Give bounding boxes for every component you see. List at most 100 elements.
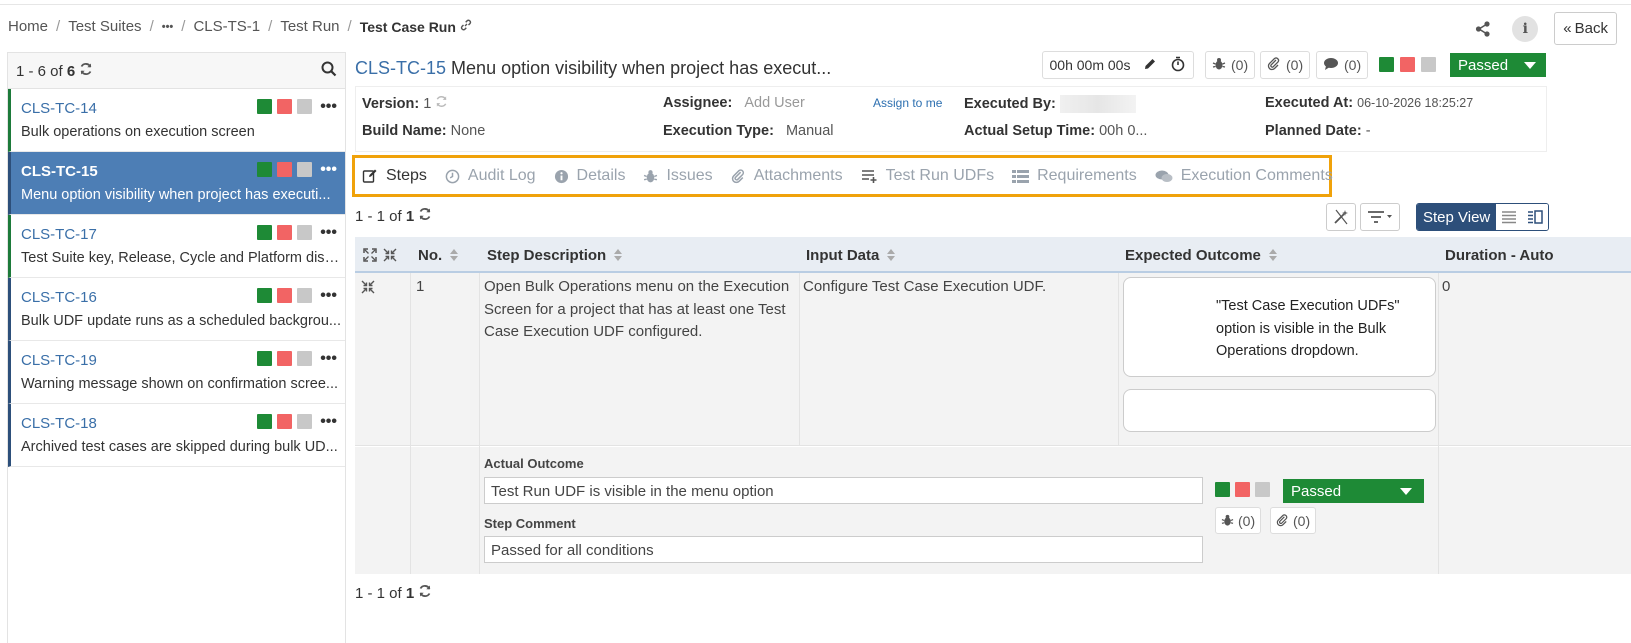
test-case-item[interactable]: CLS-TC-18 Archived test cases are skippe…: [8, 404, 345, 467]
pencil-icon[interactable]: [1143, 57, 1157, 74]
actual-outcome-input[interactable]: Test Run UDF is visible in the menu opti…: [484, 477, 1203, 504]
step-comment-input[interactable]: Passed for all conditions: [484, 536, 1203, 563]
info-icon[interactable]: i: [1512, 15, 1539, 42]
collapse-icon[interactable]: [383, 248, 397, 262]
fail-button[interactable]: [277, 162, 293, 177]
step-input-data: Configure Test Case Execution UDF.: [803, 278, 1047, 295]
magic-wand-icon[interactable]: [1326, 203, 1356, 231]
list-view-icon[interactable]: [1496, 204, 1523, 230]
more-icon[interactable]: •••: [320, 98, 337, 114]
tab-steps[interactable]: Steps: [362, 167, 427, 185]
not-run-button[interactable]: [297, 288, 313, 303]
pass-button[interactable]: [257, 99, 273, 114]
sort-icon: [1268, 249, 1277, 261]
step-view-button[interactable]: Step View: [1417, 204, 1497, 230]
tab-issues[interactable]: Issues: [643, 167, 713, 185]
add-user-link[interactable]: Add User: [744, 95, 804, 111]
more-icon[interactable]: •••: [320, 224, 337, 240]
refresh-icon[interactable]: [435, 96, 448, 112]
execution-status-dropdown[interactable]: Passed: [1450, 53, 1546, 77]
fail-button[interactable]: [1400, 57, 1415, 72]
not-run-button[interactable]: [297, 414, 313, 429]
test-case-item[interactable]: CLS-TC-14 Bulk operations on execution s…: [8, 89, 345, 152]
attachments-button[interactable]: (0): [1260, 51, 1311, 79]
pass-button[interactable]: [257, 225, 273, 240]
expand-icon[interactable]: [363, 248, 377, 262]
column-header-duration[interactable]: Duration - Auto: [1445, 237, 1631, 273]
assign-to-me-link[interactable]: Assign to me: [873, 96, 942, 110]
sync-icon[interactable]: [418, 208, 432, 225]
pass-button[interactable]: [257, 414, 273, 429]
tab-audit-log[interactable]: Audit Log: [445, 167, 536, 185]
fail-button[interactable]: [277, 351, 293, 366]
assignee-field: Assignee: Add User: [663, 95, 805, 111]
test-case-item[interactable]: CLS-TC-17 Test Suite key, Release, Cycle…: [8, 215, 346, 278]
not-run-button[interactable]: [1421, 57, 1436, 72]
not-run-button[interactable]: [297, 162, 313, 177]
comments-icon: [1155, 170, 1173, 182]
breadcrumb-test-run[interactable]: Test Run: [280, 18, 339, 35]
refresh-icon[interactable]: [79, 62, 93, 80]
planned-date-field: Planned Date: -: [1265, 123, 1371, 139]
step-issues-button[interactable]: (0): [1215, 507, 1262, 534]
tab-execution-comments[interactable]: Execution Comments: [1155, 167, 1333, 185]
not-run-button[interactable]: [297, 225, 313, 240]
breadcrumb-test-suites[interactable]: Test Suites: [68, 18, 141, 35]
filter-dropdown-button[interactable]: [1360, 203, 1400, 231]
more-icon[interactable]: •••: [320, 161, 337, 177]
column-divider: [410, 273, 411, 574]
column-header-step-description[interactable]: Step Description: [487, 237, 623, 273]
comments-button[interactable]: (0): [1316, 51, 1369, 79]
tab-requirements[interactable]: Requirements: [1012, 167, 1137, 185]
not-run-button[interactable]: [297, 99, 313, 114]
test-case-item[interactable]: CLS-TC-16 Bulk UDF update runs as a sche…: [8, 278, 345, 341]
step-pass-button[interactable]: [1215, 482, 1230, 497]
more-icon[interactable]: •••: [320, 287, 337, 303]
breadcrumb-ellipsis[interactable]: •••: [162, 21, 174, 33]
stopwatch-icon[interactable]: [1170, 56, 1186, 75]
test-case-title: Test Suite key, Release, Cycle and Platf…: [21, 250, 346, 266]
issues-button[interactable]: (0): [1205, 51, 1256, 79]
steps-pagination-top: 1 - 1 of 1: [355, 207, 432, 225]
fail-button[interactable]: [277, 414, 293, 429]
quick-status: •••: [257, 350, 337, 366]
test-case-item[interactable]: CLS-TC-15 Menu option visibility when pr…: [8, 152, 345, 215]
tab-details[interactable]: Details: [554, 167, 625, 185]
not-run-button[interactable]: [297, 351, 313, 366]
share-icon[interactable]: [1470, 16, 1496, 42]
search-icon[interactable]: [321, 61, 337, 81]
link-icon[interactable]: [460, 19, 472, 34]
column-header-no[interactable]: No.: [418, 237, 459, 273]
pass-button[interactable]: [257, 351, 273, 366]
tab-attachments[interactable]: Attachments: [731, 167, 843, 185]
tab-test-run-udfs[interactable]: Test Run UDFs: [861, 167, 994, 185]
version-field: Version: 1: [362, 95, 448, 112]
sort-icon: [887, 249, 896, 261]
column-header-input-data[interactable]: Input Data: [806, 237, 896, 273]
sync-icon[interactable]: [418, 585, 432, 602]
step-not-run-button[interactable]: [1255, 482, 1270, 497]
test-case-item[interactable]: CLS-TC-19 Warning message shown on confi…: [8, 341, 345, 404]
breadcrumb-suite-key[interactable]: CLS-TS-1: [193, 18, 260, 35]
more-icon[interactable]: •••: [320, 413, 337, 429]
step-status-dropdown[interactable]: Passed: [1283, 479, 1424, 503]
more-icon[interactable]: •••: [320, 350, 337, 366]
fail-button[interactable]: [277, 288, 293, 303]
quick-status: •••: [257, 287, 337, 303]
back-button[interactable]: « Back: [1554, 12, 1617, 45]
split-view-icon[interactable]: [1522, 204, 1549, 230]
breadcrumb-home[interactable]: Home: [8, 18, 48, 35]
pass-button[interactable]: [1379, 57, 1394, 72]
pass-button[interactable]: [257, 288, 273, 303]
step-attachments-button[interactable]: (0): [1270, 507, 1317, 534]
breadcrumb-separator: /: [149, 18, 154, 35]
test-case-title: Bulk operations on execution screen: [21, 124, 255, 140]
step-number: 1: [416, 278, 425, 295]
double-chevron-left-icon: «: [1563, 20, 1572, 37]
pass-button[interactable]: [257, 162, 273, 177]
fail-button[interactable]: [277, 99, 293, 114]
fail-button[interactable]: [277, 225, 293, 240]
step-fail-button[interactable]: [1235, 482, 1250, 497]
column-header-expected-outcome[interactable]: Expected Outcome: [1125, 237, 1277, 273]
row-collapse-icon[interactable]: [361, 279, 375, 302]
